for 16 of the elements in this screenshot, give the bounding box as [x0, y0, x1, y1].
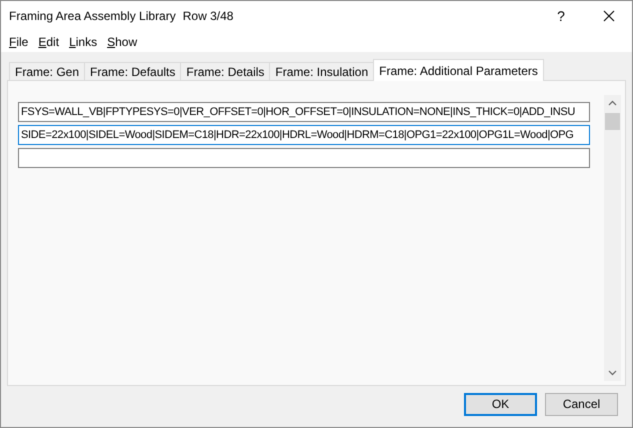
dialog-button[interactable]: OK — [464, 392, 537, 416]
parameter-field[interactable]: SIDE=22x100|SIDEL=Wood|SIDEM=C18|HDR=22x100|HDRL=Wood|HDRM=C18|OPG1=22x100|OPG1L=Wood|OPG — [18, 125, 590, 145]
tab[interactable]: Frame: Additional Parameters — [373, 59, 544, 81]
close-icon — [603, 10, 615, 22]
tab[interactable]: Frame: Gen — [9, 62, 86, 81]
parameter-field[interactable]: FSYS=WALL_VB|FPTYPESYS=0|VER_OFFSET=0|HOR_OFFSET=0|INSULATION=NONE|INS_THICK=0|ADD_INSU — [18, 102, 590, 122]
menu-item[interactable]: Show — [102, 34, 142, 48]
menu-item[interactable]: Links — [64, 34, 102, 48]
scroll-thumb[interactable] — [605, 113, 620, 130]
window-title: Framing Area Assembly Library — [9, 9, 176, 23]
row-indicator: Row 3/48 — [182, 9, 234, 23]
scrollbar[interactable] — [604, 95, 621, 381]
dialog-button[interactable]: Cancel — [545, 392, 618, 416]
parameter-field[interactable] — [18, 148, 590, 168]
menu-item[interactable]: Edit — [33, 34, 64, 48]
menu-item[interactable]: File — [4, 34, 34, 48]
